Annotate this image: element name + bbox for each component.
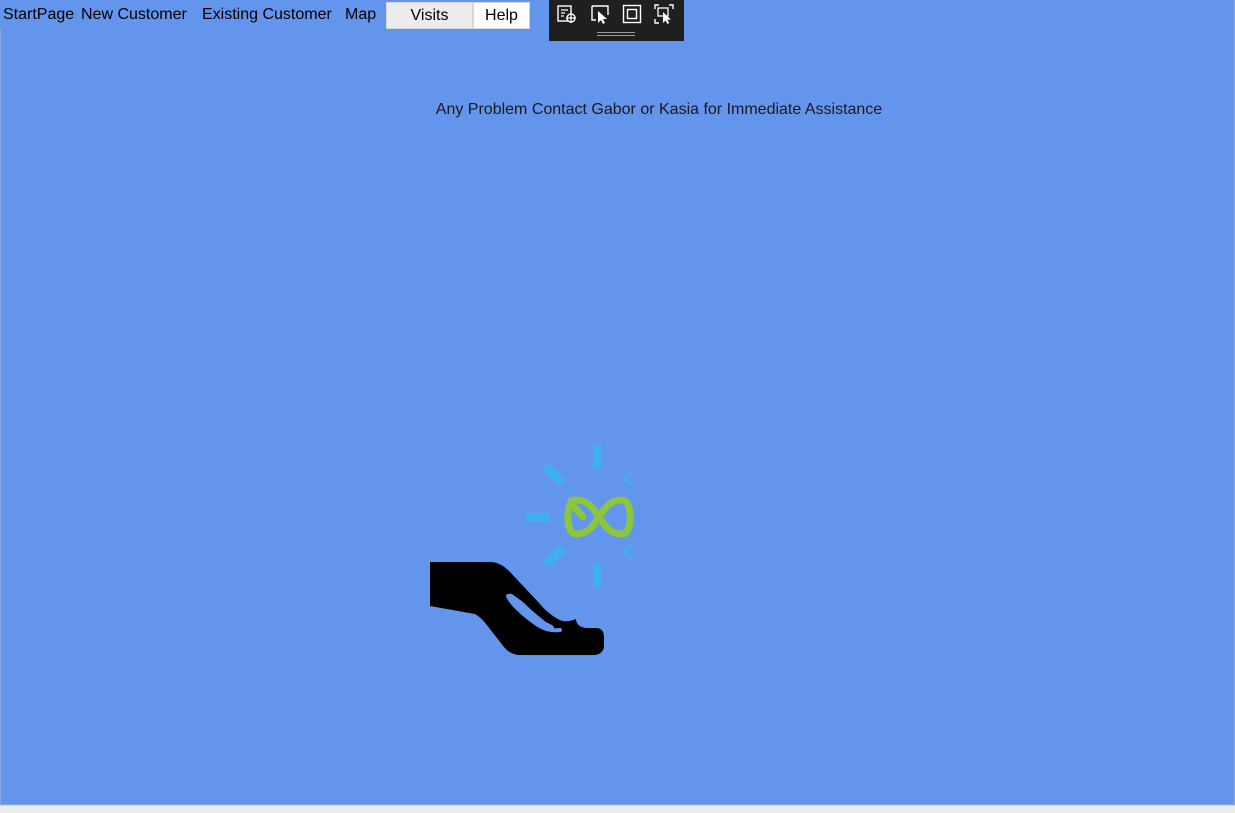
support-message: Any Problem Contact Gabor or Kasia for I… (435, 101, 883, 118)
infinity-icon (564, 496, 634, 538)
display-layout-adorners-icon[interactable] (621, 3, 643, 25)
tab-existing-customer[interactable]: Existing Customer (199, 0, 342, 29)
app-window (0, 0, 1235, 805)
tab-new-customer[interactable]: New Customer (78, 0, 199, 29)
tab-bar: StartPage New Customer Existing Customer… (0, 0, 530, 29)
select-element-icon[interactable] (589, 3, 611, 25)
track-focused-element-icon[interactable] (653, 3, 675, 25)
hand-infinity-logo (428, 444, 638, 659)
toolbar-drag-handle[interactable] (597, 32, 635, 36)
window-bottom-border (0, 805, 1235, 813)
live-visual-tree-icon[interactable] (556, 3, 578, 25)
tab-help[interactable]: Help (473, 2, 530, 29)
debug-toolbar (549, 0, 684, 41)
tab-visits[interactable]: Visits (386, 2, 473, 29)
tab-startpage[interactable]: StartPage (0, 0, 78, 29)
tab-map[interactable]: Map (342, 0, 382, 29)
